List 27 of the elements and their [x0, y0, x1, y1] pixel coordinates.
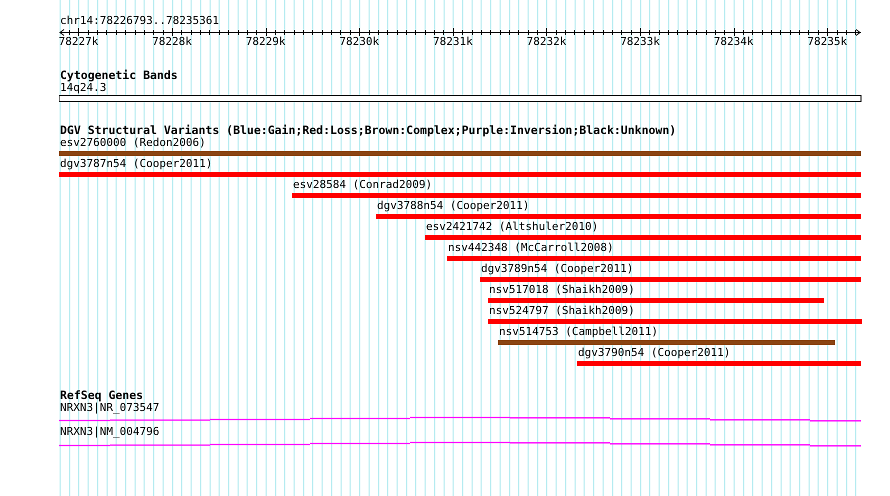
tick-label: 78235k — [807, 36, 848, 48]
track-title: RefSeq Genes — [60, 389, 144, 402]
tick-label: 78229k — [246, 36, 286, 48]
region-label: chr14:78226793..78235361 — [60, 15, 219, 27]
tick-label: 78234k — [714, 36, 754, 48]
gene-label: NRXN3|NM_004796 — [60, 426, 160, 438]
variant-label: esv28584 (Conrad2009) — [293, 179, 432, 191]
band-label: 14q24.3 — [60, 82, 106, 94]
variant-label: dgv3787n54 (Cooper2011) — [60, 158, 212, 170]
track-title: DGV Structural Variants (Blue:Gain;Red:Loss;Brown:Complex;Purple:Inversion;Black:Unknown) — [60, 124, 676, 137]
gene-label: NRXN3|NR_073547 — [60, 402, 160, 414]
tick-label: 78230k — [339, 36, 380, 48]
tick-label: 78232k — [526, 36, 566, 48]
tick-label: 78231k — [432, 36, 473, 48]
variant-label: nsv517018 (Shaikh2009) — [489, 284, 635, 296]
tick-label: 78227k — [58, 36, 98, 48]
variant-label: dgv3790n54 (Cooper2011) — [578, 347, 730, 359]
variant-label: esv2421742 (Altshuler2010) — [426, 221, 598, 233]
variant-label: nsv514753 (Campbell2011) — [499, 326, 658, 338]
track-title: Cytogenetic Bands — [60, 69, 178, 82]
tick-label: 78228k — [152, 36, 192, 48]
variant-label: nsv442348 (McCarroll2008) — [448, 242, 614, 254]
variant-label: dgv3789n54 (Cooper2011) — [481, 263, 634, 275]
variant-label: dgv3788n54 (Cooper2011) — [377, 200, 530, 212]
variant-label: nsv524797 (Shaikh2009) — [489, 305, 635, 317]
variant-label: esv2760000 (Redon2006) — [60, 137, 206, 149]
tick-label: 78233k — [620, 36, 660, 48]
